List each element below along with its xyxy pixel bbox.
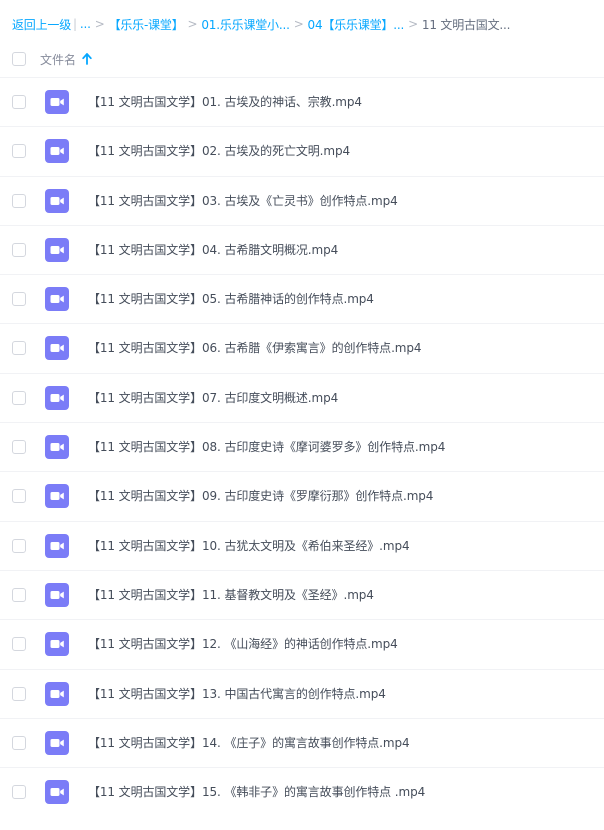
row-checkbox[interactable] xyxy=(12,144,26,159)
list-item[interactable]: 【11 文明古国文学】05. 古希腊神话的创作特点.mp4 xyxy=(0,274,604,323)
filename-column-header[interactable]: 文件名 xyxy=(40,51,76,68)
list-item[interactable]: 【11 文明古国文学】14. 《庄子》的寓言故事创作特点.mp4 xyxy=(0,717,604,767)
file-list: 【11 文明古国文学】01. 古埃及的神话、宗教.mp4 【11 文明古国文学】… xyxy=(0,77,604,816)
list-item[interactable]: 【11 文明古国文学】02. 古埃及的死亡文明.mp4 xyxy=(0,126,604,175)
breadcrumb-crumb-3[interactable]: 04【乐乐课堂】... xyxy=(308,16,405,33)
list-header: 文件名 xyxy=(12,48,92,70)
list-item[interactable]: 【11 文明古国文学】04. 古希腊文明概况.mp4 xyxy=(0,224,604,274)
video-file-icon xyxy=(45,237,69,262)
video-file-icon xyxy=(45,533,69,558)
row-checkbox[interactable] xyxy=(12,637,26,652)
breadcrumb-separator: > xyxy=(187,17,198,31)
video-file-icon xyxy=(45,780,69,805)
video-file-icon xyxy=(45,139,69,164)
video-file-icon xyxy=(45,385,69,410)
arrow-up-icon[interactable] xyxy=(82,53,92,65)
file-name[interactable]: 【11 文明古国文学】08. 古印度史诗《摩诃婆罗多》创作特点.mp4 xyxy=(88,438,445,455)
list-item[interactable]: 【11 文明古国文学】08. 古印度史诗《摩诃婆罗多》创作特点.mp4 xyxy=(0,422,604,471)
row-checkbox[interactable] xyxy=(12,440,26,455)
file-name[interactable]: 【11 文明古国文学】12. 《山海经》的神话创作特点.mp4 xyxy=(88,635,398,652)
row-checkbox[interactable] xyxy=(12,193,26,208)
file-name[interactable]: 【11 文明古国文学】02. 古埃及的死亡文明.mp4 xyxy=(88,142,350,159)
row-checkbox[interactable] xyxy=(12,735,26,750)
breadcrumb-ellipsis[interactable]: ... xyxy=(80,17,91,31)
list-item[interactable]: 【11 文明古国文学】06. 古希腊《伊索寓言》的创作特点.mp4 xyxy=(0,323,604,372)
row-checkbox[interactable] xyxy=(12,686,26,701)
list-item[interactable]: 【11 文明古国文学】01. 古埃及的神话、宗教.mp4 xyxy=(0,77,604,126)
video-file-icon xyxy=(45,484,69,509)
breadcrumb: 返回上一级 | ... > 【乐乐-课堂】 > 01.乐乐课堂小... > 04… xyxy=(12,14,510,34)
list-item[interactable]: 【11 文明古国文学】03. 古埃及《亡灵书》创作特点.mp4 xyxy=(0,175,604,225)
row-checkbox[interactable] xyxy=(12,587,26,602)
file-name[interactable]: 【11 文明古国文学】10. 古犹太文明及《希伯来圣经》.mp4 xyxy=(88,537,410,554)
list-item[interactable]: 【11 文明古国文学】09. 古印度史诗《罗摩衍那》创作特点.mp4 xyxy=(0,471,604,520)
row-checkbox[interactable] xyxy=(12,341,26,356)
row-checkbox[interactable] xyxy=(12,390,26,405)
video-file-icon xyxy=(45,435,69,460)
file-name[interactable]: 【11 文明古国文学】04. 古希腊文明概况.mp4 xyxy=(88,241,338,258)
video-file-icon xyxy=(45,730,69,755)
back-link[interactable]: 返回上一级 xyxy=(12,16,71,33)
file-name[interactable]: 【11 文明古国文学】01. 古埃及的神话、宗教.mp4 xyxy=(88,93,362,110)
list-item[interactable]: 【11 文明古国文学】13. 中国古代寓言的创作特点.mp4 xyxy=(0,668,604,718)
file-name[interactable]: 【11 文明古国文学】09. 古印度史诗《罗摩衍那》创作特点.mp4 xyxy=(88,487,433,504)
select-all-checkbox[interactable] xyxy=(12,52,26,66)
row-checkbox[interactable] xyxy=(12,538,26,553)
video-file-icon xyxy=(45,582,69,607)
breadcrumb-separator: > xyxy=(408,17,418,31)
file-name[interactable]: 【11 文明古国文学】13. 中国古代寓言的创作特点.mp4 xyxy=(88,685,386,702)
breadcrumb-separator: > xyxy=(94,17,105,31)
file-name[interactable]: 【11 文明古国文学】11. 基督教文明及《圣经》.mp4 xyxy=(88,586,374,603)
video-file-icon xyxy=(45,188,69,213)
file-name[interactable]: 【11 文明古国文学】07. 古印度文明概述.mp4 xyxy=(88,389,338,406)
list-item[interactable]: 【11 文明古国文学】11. 基督教文明及《圣经》.mp4 xyxy=(0,569,604,619)
file-name[interactable]: 【11 文明古国文学】06. 古希腊《伊索寓言》的创作特点.mp4 xyxy=(88,339,422,356)
breadcrumb-crumb-2[interactable]: 01.乐乐课堂小... xyxy=(201,16,290,33)
breadcrumb-pipe: | xyxy=(73,17,77,31)
breadcrumb-crumb-1[interactable]: 【乐乐-课堂】 xyxy=(109,16,184,33)
breadcrumb-separator: > xyxy=(293,17,304,31)
file-name[interactable]: 【11 文明古国文学】14. 《庄子》的寓言故事创作特点.mp4 xyxy=(88,734,410,751)
row-checkbox[interactable] xyxy=(12,785,26,800)
video-file-icon xyxy=(45,632,69,657)
row-checkbox[interactable] xyxy=(12,95,26,109)
list-item[interactable]: 【11 文明古国文学】10. 古犹太文明及《希伯来圣经》.mp4 xyxy=(0,520,604,570)
list-item[interactable]: 【11 文明古国文学】15. 《韩非子》的寓言故事创作特点 .mp4 xyxy=(0,767,604,816)
video-file-icon xyxy=(45,287,69,312)
video-file-icon xyxy=(45,336,69,361)
file-name[interactable]: 【11 文明古国文学】15. 《韩非子》的寓言故事创作特点 .mp4 xyxy=(88,783,425,800)
video-file-icon xyxy=(45,681,69,706)
list-item[interactable]: 【11 文明古国文学】07. 古印度文明概述.mp4 xyxy=(0,372,604,422)
row-checkbox[interactable] xyxy=(12,489,26,504)
file-name[interactable]: 【11 文明古国文学】03. 古埃及《亡灵书》创作特点.mp4 xyxy=(88,192,398,209)
row-checkbox[interactable] xyxy=(12,292,26,307)
video-file-icon xyxy=(45,90,69,114)
file-name[interactable]: 【11 文明古国文学】05. 古希腊神话的创作特点.mp4 xyxy=(88,290,374,307)
row-checkbox[interactable] xyxy=(12,242,26,257)
list-item[interactable]: 【11 文明古国文学】12. 《山海经》的神话创作特点.mp4 xyxy=(0,619,604,668)
breadcrumb-current: 11 文明古国文... xyxy=(421,17,511,32)
